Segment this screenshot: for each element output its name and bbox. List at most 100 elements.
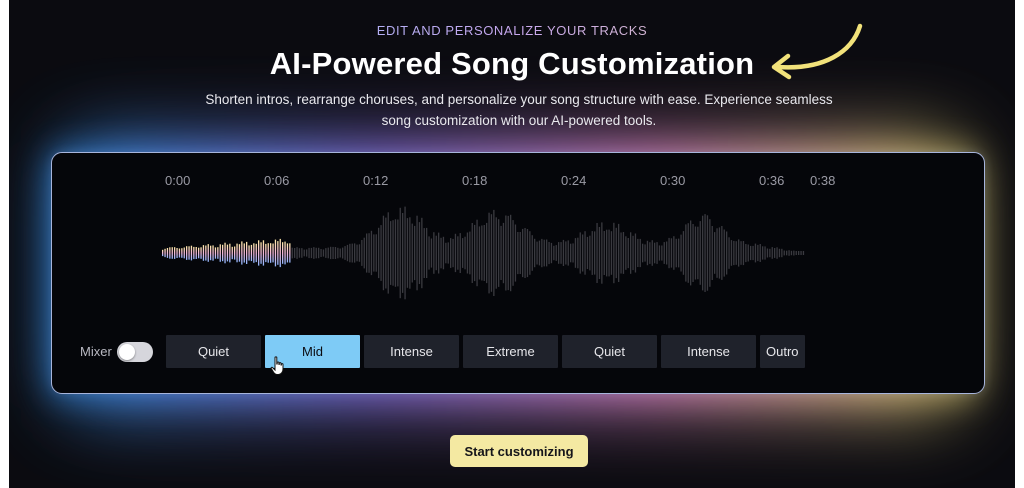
- waveform-bar: [531, 235, 533, 271]
- curved-arrow-icon: [771, 23, 863, 80]
- waveform-bar: [702, 215, 704, 291]
- segment-quiet[interactable]: Quiet: [166, 335, 261, 368]
- waveform-bar: [349, 243, 351, 263]
- waveform-bar: [519, 232, 521, 274]
- waveform-bar: [394, 219, 397, 287]
- waveform-bar: [373, 234, 375, 272]
- segment-intense[interactable]: Intense: [661, 335, 756, 368]
- waveform-bar: [363, 237, 365, 269]
- start-customizing-button[interactable]: Start customizing: [450, 435, 588, 467]
- waveform-bar: [378, 227, 380, 279]
- waveform-bar: [190, 245, 193, 261]
- waveform-bar: [718, 227, 721, 279]
- waveform-bar: [721, 226, 723, 280]
- waveform-bar: [361, 240, 363, 266]
- waveform-bar: [260, 242, 262, 264]
- waveform-bar: [430, 238, 433, 268]
- waveform-bar: [334, 247, 337, 259]
- waveform-bar: [174, 247, 176, 259]
- waveform-bar: [752, 245, 754, 261]
- waveform-bar: [788, 250, 790, 256]
- waveform-bar: [550, 242, 553, 264]
- subtitle-text: Shorten intros, rearrange choruses, and …: [205, 92, 833, 128]
- timeline-tick: 0:06: [264, 173, 290, 188]
- waveform-bar: [339, 248, 341, 258]
- waveform-bar: [289, 243, 291, 263]
- segment-intense[interactable]: Intense: [364, 335, 459, 368]
- waveform-bar: [740, 241, 742, 265]
- waveform-bar: [786, 250, 788, 256]
- waveform-bar: [697, 226, 699, 280]
- waveform-bar: [469, 231, 471, 275]
- waveform-bar: [661, 245, 663, 261]
- waveform-bar: [687, 223, 689, 283]
- waveform-bar: [390, 221, 392, 285]
- waveform-bar: [495, 217, 497, 289]
- waveform-bar: [385, 217, 387, 289]
- timeline-tick: 0:00: [165, 173, 191, 188]
- waveform-bar: [536, 241, 538, 265]
- waveform-bar: [586, 236, 589, 269]
- waveform-bar: [709, 219, 711, 287]
- waveform-bar: [397, 219, 399, 287]
- waveform-bar: [728, 237, 730, 269]
- waveform-bar: [690, 220, 692, 286]
- waveform-bar: [450, 238, 452, 268]
- toggle-knob[interactable]: [119, 344, 135, 360]
- mixer-label: Mixer: [80, 344, 112, 359]
- waveform-bar: [762, 246, 764, 260]
- waveform-bar: [512, 220, 514, 286]
- waveform-bar: [255, 243, 257, 263]
- mixer-toggle[interactable]: [117, 342, 153, 362]
- waveform-bar: [250, 244, 253, 262]
- waveform-bar: [380, 225, 382, 281]
- waveform-bar: [615, 227, 617, 279]
- waveform-bar: [351, 243, 353, 263]
- timeline-tick: 0:12: [363, 173, 389, 188]
- waveform-bar: [584, 231, 586, 275]
- waveform-bar: [632, 235, 634, 271]
- waveform-bar: [282, 242, 284, 264]
- waveform-bar: [368, 233, 370, 273]
- waveform-bar: [553, 245, 555, 261]
- waveform-bar: [543, 239, 545, 267]
- waveform-bar: [298, 248, 301, 258]
- waveform-bar: [714, 232, 716, 274]
- waveform-bar: [241, 241, 243, 265]
- waveform-bar: [572, 243, 574, 263]
- segment-outro[interactable]: Outro: [760, 335, 805, 368]
- waveform-bar: [598, 227, 601, 279]
- waveform-bar: [565, 241, 567, 265]
- hero-section: EDIT AND PERSONALIZE YOUR TRACKS AI-Powe…: [9, 0, 1015, 488]
- waveform-bar: [438, 232, 440, 274]
- segment-quiet[interactable]: Quiet: [562, 335, 657, 368]
- waveform-bar: [279, 238, 281, 268]
- waveform-bar: [301, 248, 303, 258]
- waveform-bar: [668, 237, 670, 269]
- waveform-bar: [346, 244, 349, 262]
- waveform-bar: [582, 234, 584, 272]
- waveform-bar: [771, 247, 773, 259]
- timeline-tick: 0:30: [660, 173, 686, 188]
- waveform-bar: [236, 243, 238, 263]
- waveform-bar: [738, 239, 740, 267]
- waveform-bar: [730, 240, 733, 266]
- waveform-bar: [651, 240, 653, 266]
- timeline-tick: 0:38: [810, 173, 836, 188]
- waveform-bar: [320, 249, 322, 257]
- waveform-bar: [601, 222, 603, 284]
- waveform-bar: [178, 248, 181, 258]
- waveform-bar: [186, 246, 188, 260]
- waveform[interactable]: [162, 201, 812, 305]
- waveform-bar: [426, 227, 428, 278]
- segment-extreme[interactable]: Extreme: [463, 335, 558, 368]
- waveform-bar: [802, 251, 805, 255]
- waveform-bar: [711, 226, 713, 280]
- waveform-bar: [308, 247, 310, 259]
- waveform-bar: [546, 239, 548, 267]
- editor-panel: 0:00 0:06 0:12 0:18 0:24 0:30 0:36 0:38 Mixer Q…: [51, 152, 985, 394]
- waveform-bar: [306, 249, 308, 257]
- waveform-bar: [620, 232, 622, 274]
- waveform-bar: [231, 246, 233, 260]
- waveform-bar: [510, 214, 512, 292]
